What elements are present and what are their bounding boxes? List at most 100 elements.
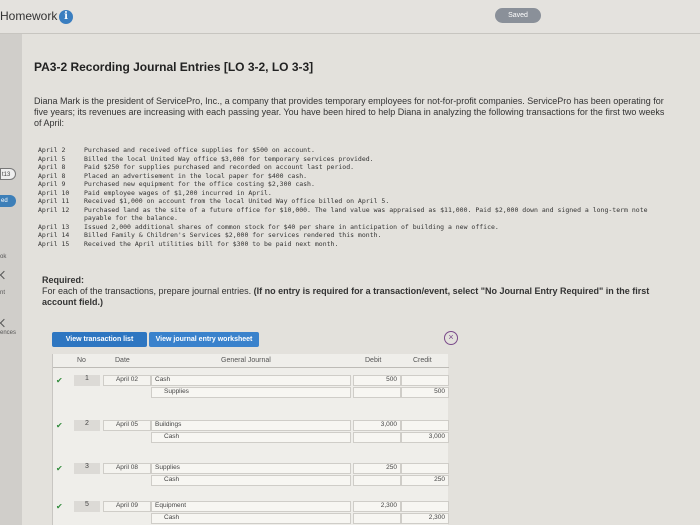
transaction-row: April 12 Purchased land as the site of a … bbox=[38, 206, 678, 223]
debit-account[interactable]: Buildings bbox=[151, 420, 351, 431]
nav-label-ences[interactable]: ences bbox=[0, 330, 16, 336]
header-credit: Credit bbox=[413, 357, 432, 364]
left-nav: t13 ed ok nt ences bbox=[0, 34, 22, 525]
credit-amount-blank[interactable] bbox=[401, 501, 449, 512]
transaction-row: April 5 Billed the local United Way offic… bbox=[38, 155, 678, 164]
entry-date[interactable]: April 05 bbox=[103, 420, 151, 431]
view-journal-worksheet-button[interactable]: View journal entry worksheet bbox=[149, 332, 259, 347]
entry-date[interactable]: April 02 bbox=[103, 375, 151, 386]
credit-amount-blank[interactable] bbox=[401, 463, 449, 474]
required-text: For each of the transactions, prepare jo… bbox=[42, 286, 252, 296]
transaction-date: April 8 bbox=[38, 171, 66, 180]
entry-number: 1 bbox=[74, 375, 100, 386]
check-icon: ✔ bbox=[56, 502, 63, 511]
header-debit: Debit bbox=[365, 357, 382, 364]
journal-table: No Date General Journal Debit Credit ✔ 1… bbox=[52, 354, 449, 525]
transaction-row: April 9 Purchased new equipment for the o… bbox=[38, 180, 678, 189]
transaction-date: April 5 bbox=[38, 154, 66, 163]
worksheet-tabs: View transaction list View journal entry… bbox=[52, 332, 259, 348]
journal-entry: ✔ 3 April 08 Supplies Cash 250 250 bbox=[53, 460, 449, 496]
header-no: No bbox=[77, 357, 86, 364]
transaction-row: April 15 Received the April utilities bil… bbox=[38, 240, 678, 249]
entry-date[interactable]: April 09 bbox=[103, 501, 151, 512]
close-icon[interactable]: × bbox=[444, 331, 458, 345]
problem-heading: PA3-2 Recording Journal Entries [LO 3-2,… bbox=[34, 60, 314, 74]
nav-label-ok[interactable]: ok bbox=[0, 254, 6, 260]
debit-account[interactable]: Cash bbox=[151, 375, 351, 386]
view-transaction-list-button[interactable]: View transaction list bbox=[52, 332, 147, 347]
transaction-row: April 8 Paid $250 for supplies purchased … bbox=[38, 163, 678, 172]
transaction-row: April 2 Purchased and received office sup… bbox=[38, 146, 678, 155]
credit-amount[interactable]: 2,300 bbox=[401, 513, 449, 524]
transaction-text: Issued 2,000 additional shares of common… bbox=[84, 222, 499, 231]
credit-amount-blank[interactable] bbox=[401, 375, 449, 386]
header-date: Date bbox=[115, 357, 130, 364]
debit-account[interactable]: Equipment bbox=[151, 501, 351, 512]
chevron-icon[interactable] bbox=[0, 318, 9, 328]
credit-account[interactable]: Cash bbox=[151, 475, 351, 486]
journal-entry: ✔ 1 April 02 Cash Supplies 500 500 bbox=[53, 372, 449, 408]
transaction-text: Billed the local United Way office $3,00… bbox=[84, 154, 374, 163]
credit-account[interactable]: Cash bbox=[151, 432, 351, 443]
transaction-text: Purchased land as the site of a future o… bbox=[84, 205, 648, 223]
transaction-date: April 10 bbox=[38, 188, 70, 197]
debit-amount-blank[interactable] bbox=[353, 513, 401, 524]
transaction-date: April 14 bbox=[38, 231, 70, 239]
transaction-row: April 14 Billed Family & Children's Servi… bbox=[38, 231, 678, 240]
credit-amount[interactable]: 500 bbox=[401, 387, 449, 398]
transaction-date: April 2 bbox=[38, 146, 66, 154]
journal-entry: ✔ 2 April 05 Buildings Cash 3,000 3,000 bbox=[53, 417, 449, 453]
debit-amount[interactable]: 3,000 bbox=[353, 420, 401, 431]
transaction-list: April 2 Purchased and received office sup… bbox=[38, 146, 678, 248]
credit-amount[interactable]: 250 bbox=[401, 475, 449, 486]
transaction-text: Paid $250 for supplies purchased and rec… bbox=[84, 163, 355, 171]
transaction-text: Paid employee wages of $1,200 incurred i… bbox=[84, 188, 272, 197]
transaction-date: April 12 bbox=[38, 205, 70, 214]
transaction-text: Purchased and received office supplies f… bbox=[84, 146, 315, 154]
transaction-date: April 9 bbox=[38, 180, 66, 188]
credit-account[interactable]: Supplies bbox=[151, 387, 351, 398]
transaction-date: April 11 bbox=[38, 197, 70, 205]
saved-badge: Saved bbox=[495, 8, 541, 23]
problem-intro: Diana Mark is the president of ServicePr… bbox=[34, 96, 665, 128]
credit-amount[interactable]: 3,000 bbox=[401, 432, 449, 443]
debit-amount-blank[interactable] bbox=[353, 432, 401, 443]
entry-date[interactable]: April 08 bbox=[103, 463, 151, 474]
check-icon: ✔ bbox=[56, 421, 63, 430]
transaction-row: April 13 Issued 2,000 additional shares o… bbox=[38, 223, 678, 232]
credit-account[interactable]: Cash bbox=[151, 513, 351, 524]
transaction-text: Placed an advertisement in the local pap… bbox=[84, 171, 308, 180]
entry-number: 2 bbox=[74, 420, 100, 431]
entry-number: 5 bbox=[74, 501, 100, 512]
chevron-icon[interactable] bbox=[0, 270, 9, 280]
top-bar: Homework i Saved bbox=[0, 0, 700, 34]
debit-amount-blank[interactable] bbox=[353, 475, 401, 486]
entry-number: 3 bbox=[74, 463, 100, 474]
page-title[interactable]: Homework bbox=[0, 9, 57, 23]
nav-label-nt[interactable]: nt bbox=[0, 290, 5, 296]
transaction-date: April 15 bbox=[38, 239, 70, 248]
debit-amount[interactable]: 500 bbox=[353, 375, 401, 386]
nav-badge-ed[interactable]: ed bbox=[0, 195, 16, 207]
transaction-text: Received $1,000 on account from the loca… bbox=[84, 197, 390, 205]
check-icon: ✔ bbox=[56, 464, 63, 473]
transaction-text: Received the April utilities bill for $3… bbox=[84, 239, 339, 248]
debit-amount-blank[interactable] bbox=[353, 387, 401, 398]
nav-badge-t13[interactable]: t13 bbox=[0, 168, 16, 180]
required-instructions: Required: For each of the transactions, … bbox=[42, 275, 662, 308]
credit-amount-blank[interactable] bbox=[401, 420, 449, 431]
transaction-date: April 8 bbox=[38, 163, 66, 171]
transaction-text: Billed Family & Children's Services $2,0… bbox=[84, 231, 382, 239]
debit-account[interactable]: Supplies bbox=[151, 463, 351, 474]
transaction-text: Purchased new equipment for the office c… bbox=[84, 180, 315, 188]
transaction-row: April 10 Paid employee wages of $1,200 in… bbox=[38, 189, 678, 198]
transaction-row: April 8 Placed an advertisement in the lo… bbox=[38, 172, 678, 181]
header-general-journal: General Journal bbox=[221, 357, 271, 364]
debit-amount[interactable]: 250 bbox=[353, 463, 401, 474]
transaction-date: April 13 bbox=[38, 222, 70, 231]
journal-header-row: No Date General Journal Debit Credit bbox=[53, 354, 449, 368]
debit-amount[interactable]: 2,300 bbox=[353, 501, 401, 512]
info-icon[interactable]: i bbox=[59, 10, 73, 24]
journal-entry: ✔ 5 April 09 Equipment Cash 2,300 2,300 bbox=[53, 498, 449, 525]
transaction-row: April 11 Received $1,000 on account from … bbox=[38, 197, 678, 206]
